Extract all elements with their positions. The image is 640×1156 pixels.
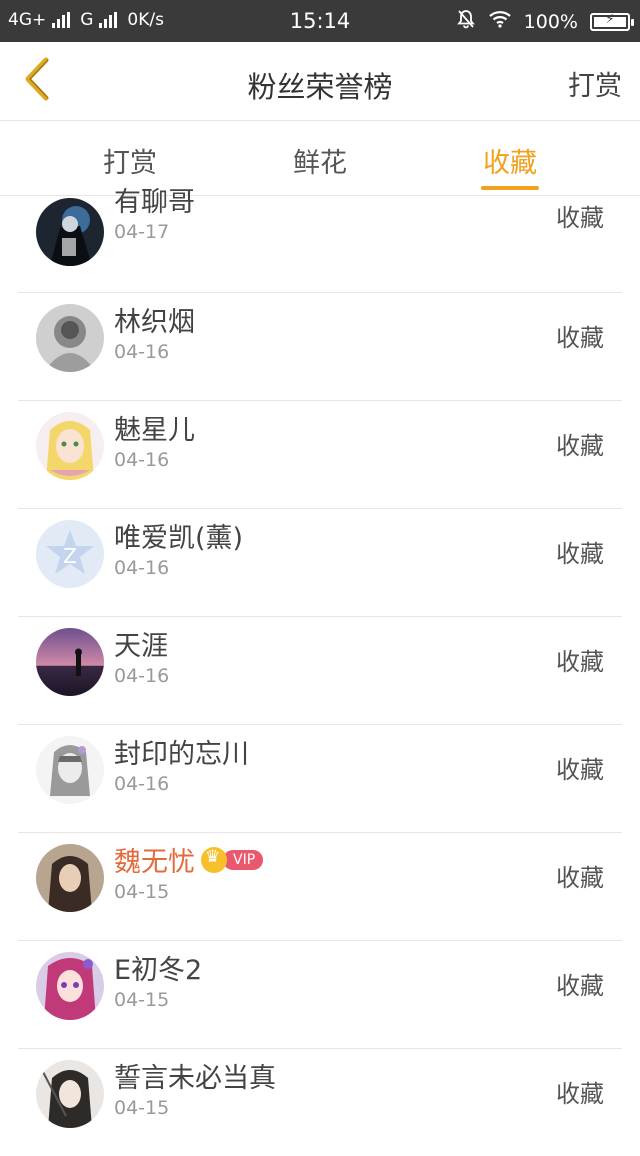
list-item[interactable]: 封印的忘川 04-16 收藏 <box>18 724 622 833</box>
user-name: 天涯 <box>114 631 168 662</box>
list-item[interactable]: 有聊哥 04-17 收藏 <box>18 184 622 293</box>
mute-bell-icon <box>456 9 476 34</box>
avatar: Z <box>36 520 104 588</box>
user-name-text: 魏无忧 <box>114 847 195 878</box>
avatar <box>36 844 104 912</box>
list-item[interactable]: E初冬2 04-15 收藏 <box>18 940 622 1049</box>
list-item[interactable]: 林织烟 04-16 收藏 <box>18 292 622 401</box>
wifi-icon <box>488 10 512 33</box>
user-name: 誓言未必当真 <box>114 1063 276 1094</box>
action-label: 收藏 <box>556 648 604 676</box>
tab-flowers[interactable]: 鲜花 <box>260 141 380 180</box>
list-date: 04-16 <box>114 341 170 363</box>
svg-text:Z: Z <box>63 544 77 568</box>
avatar <box>36 1060 104 1128</box>
action-label: 收藏 <box>556 972 604 1000</box>
reward-button[interactable]: 打赏 <box>568 64 622 103</box>
action-label: 收藏 <box>556 540 604 568</box>
avatar <box>36 412 104 480</box>
status-bar: 4G+ G 0K/s 15:14 100% ⚡ <box>0 0 640 42</box>
user-name: 林织烟 <box>114 307 195 338</box>
battery-percent: 100% <box>523 10 578 33</box>
tab-favorites[interactable]: 收藏 <box>450 141 570 180</box>
vip-badge: VIP <box>223 849 264 870</box>
list-date: 04-16 <box>114 449 170 471</box>
nav-bar: 粉丝荣誉榜 打赏 <box>0 42 640 121</box>
list-date: 04-15 <box>114 989 170 1011</box>
user-name: 魅星儿 <box>114 415 195 446</box>
tab-reward[interactable]: 打赏 <box>70 141 190 180</box>
list-item[interactable]: Z 唯爱凯(薰) 04-16 收藏 <box>18 508 622 617</box>
list-date: 04-15 <box>114 881 170 903</box>
list-date: 04-17 <box>114 221 170 243</box>
list-item[interactable]: 誓言未必当真 04-15 收藏 <box>18 1048 622 1156</box>
user-name: 封印的忘川 <box>114 739 249 770</box>
avatar <box>36 304 104 372</box>
user-name: E初冬2 <box>114 955 203 986</box>
status-right: 100% ⚡ <box>456 9 634 34</box>
list-item[interactable]: 魏无忧 VIP 04-15 收藏 <box>18 832 622 941</box>
list-date: 04-15 <box>114 1097 170 1119</box>
list-date: 04-16 <box>114 665 170 687</box>
list-item[interactable]: 魅星儿 04-16 收藏 <box>18 400 622 509</box>
user-name: 唯爱凯(薰) <box>114 523 244 554</box>
action-label: 收藏 <box>556 1080 604 1108</box>
battery-icon: ⚡ <box>590 12 634 31</box>
avatar <box>36 198 104 266</box>
avatar <box>36 736 104 804</box>
action-label: 收藏 <box>556 756 604 784</box>
page-title: 粉丝荣誉榜 <box>247 70 393 104</box>
action-label: 收藏 <box>556 864 604 892</box>
list-date: 04-16 <box>114 557 170 579</box>
user-name: 有聊哥 <box>114 187 195 218</box>
user-name: 魏无忧 VIP <box>114 840 264 879</box>
crown-icon <box>201 846 227 873</box>
action-label: 收藏 <box>556 204 604 232</box>
list-date: 04-16 <box>114 773 170 795</box>
avatar <box>36 952 104 1020</box>
action-label: 收藏 <box>556 324 604 352</box>
action-label: 收藏 <box>556 432 604 460</box>
avatar <box>36 628 104 696</box>
list-item[interactable]: 天涯 04-16 收藏 <box>18 616 622 725</box>
